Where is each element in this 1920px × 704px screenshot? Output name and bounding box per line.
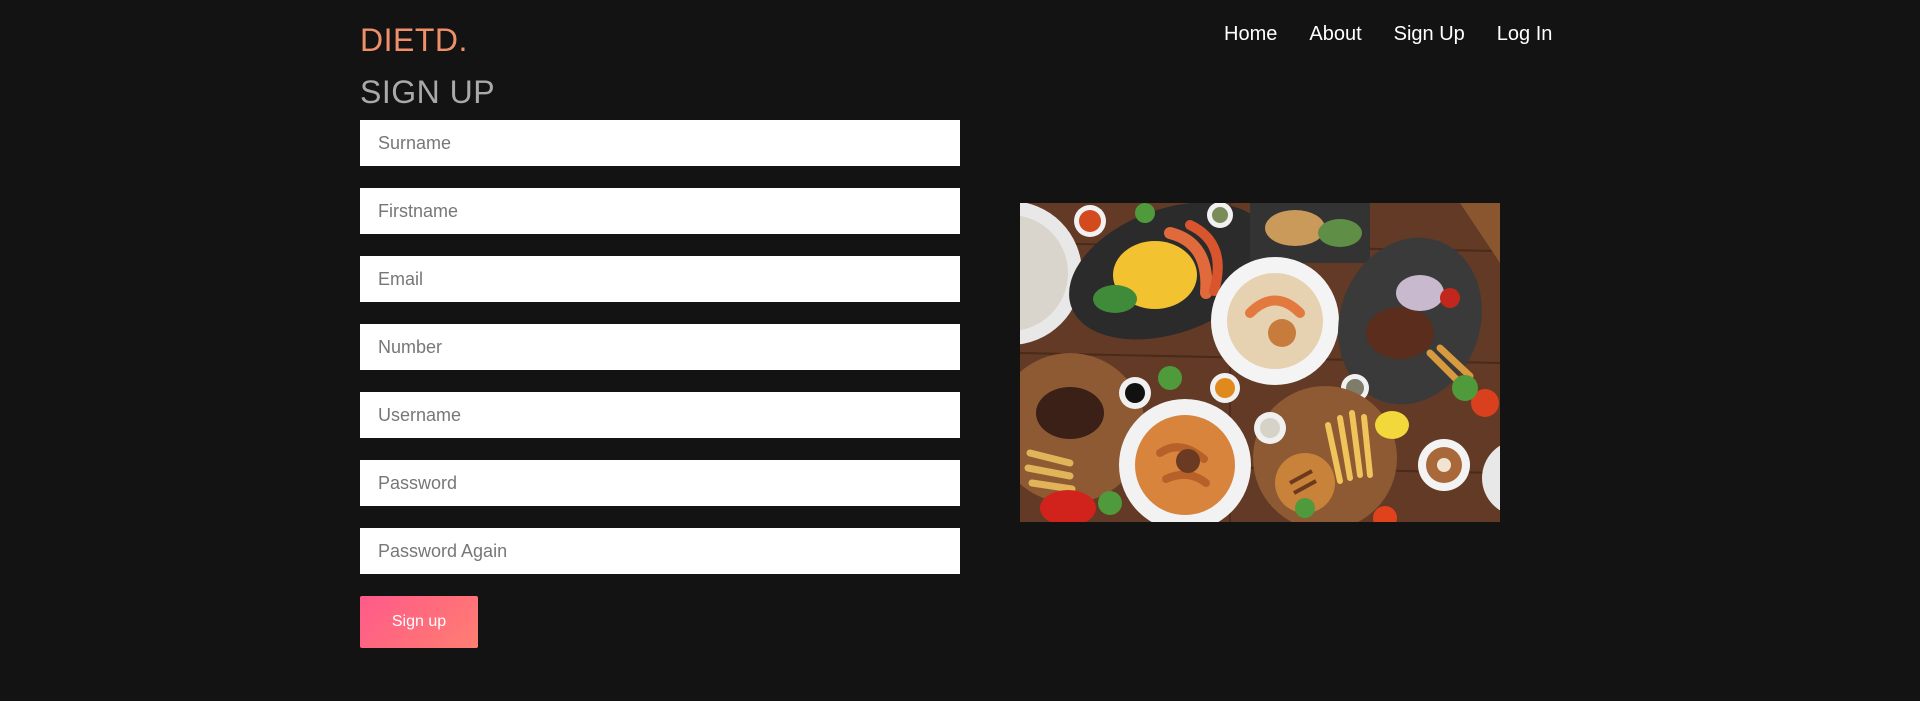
nav-login-link[interactable]: Log In bbox=[1497, 22, 1553, 46]
signup-button[interactable]: Sign up bbox=[360, 596, 478, 648]
nav-home-link[interactable]: Home bbox=[1224, 22, 1277, 46]
nav-about-link[interactable]: About bbox=[1309, 22, 1361, 46]
surname-field[interactable] bbox=[360, 120, 960, 166]
brand-logo[interactable]: DIETD. bbox=[360, 22, 468, 59]
email-field[interactable] bbox=[360, 256, 960, 302]
password-again-field[interactable] bbox=[360, 528, 960, 574]
page: DIETD. Home About Sign Up Log In SIGN UP… bbox=[0, 0, 1920, 701]
number-field[interactable] bbox=[360, 324, 960, 370]
firstname-field[interactable] bbox=[360, 188, 960, 234]
nav-signup-link[interactable]: Sign Up bbox=[1394, 22, 1465, 46]
food-platter-image bbox=[1020, 203, 1500, 522]
signup-form: Sign up bbox=[360, 120, 960, 648]
username-field[interactable] bbox=[360, 392, 960, 438]
signup-title: SIGN UP bbox=[360, 74, 496, 110]
password-field[interactable] bbox=[360, 460, 960, 506]
top-nav: Home About Sign Up Log In bbox=[1224, 22, 1552, 46]
